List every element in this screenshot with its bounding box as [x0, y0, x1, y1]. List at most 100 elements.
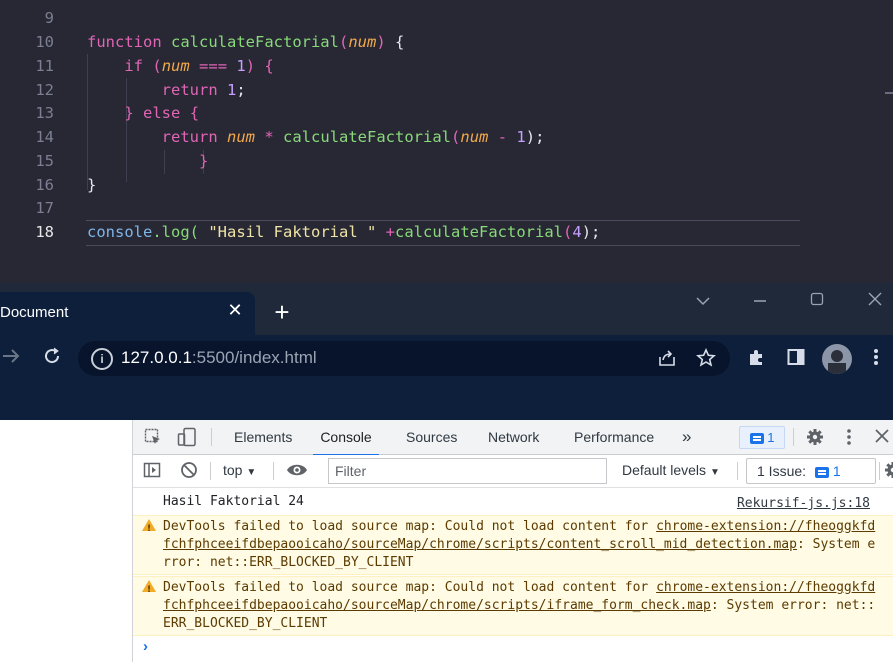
- console-log-row: Hasil Faktorial 24 Rekursif-js.js:18: [133, 493, 893, 513]
- devtools-menu-icon[interactable]: [841, 428, 857, 448]
- show-sidebar-icon[interactable]: [142, 461, 162, 481]
- more-menu-icon[interactable]: [868, 347, 884, 369]
- console-toolbar: top ▼ Filter Default levels ▼ 1 Issue: 1: [133, 455, 893, 488]
- side-panel-icon[interactable]: [785, 347, 807, 369]
- live-expression-eye-icon[interactable]: [285, 461, 309, 481]
- browser-tab[interactable]: Document ✕: [0, 292, 255, 335]
- clear-console-icon[interactable]: [179, 461, 199, 481]
- new-tab-button[interactable]: +: [270, 297, 294, 327]
- code-line-15[interactable]: 15 }: [0, 150, 893, 174]
- messages-badge[interactable]: 1: [739, 426, 785, 449]
- share-icon[interactable]: [656, 348, 678, 370]
- toolbar-divider: [210, 462, 211, 480]
- line-number: 17: [35, 199, 54, 217]
- dropdown-arrow-icon: ▼: [709, 467, 720, 478]
- code-token: function: [87, 33, 162, 51]
- warning-message: DevTools failed to load source map: Coul…: [163, 579, 878, 633]
- code-token: .log(: [152, 223, 199, 241]
- tab-performance[interactable]: Performance: [574, 420, 654, 454]
- code-token: num: [348, 33, 377, 51]
- site-info-icon[interactable]: i: [91, 348, 113, 370]
- code-editor[interactable]: 9 10 function calculateFactorial(num) { 1…: [0, 0, 893, 283]
- code-token: num: [460, 128, 489, 146]
- code-line-12[interactable]: 12 return 1;: [0, 79, 893, 103]
- log-levels-dropdown[interactable]: Default levels ▼: [622, 462, 720, 478]
- minimize-icon[interactable]: [745, 290, 775, 314]
- line-number: 14: [35, 128, 54, 146]
- code-token: 1: [516, 128, 526, 146]
- tab-sources[interactable]: Sources: [406, 420, 457, 454]
- issues-label: 1 Issue:: [757, 463, 807, 479]
- code-line-13[interactable]: 13 } else {: [0, 102, 893, 126]
- tab-network[interactable]: Network: [488, 420, 539, 454]
- url-text[interactable]: 127.0.0.1:5500/index.html: [121, 348, 317, 368]
- tab-elements[interactable]: Elements: [234, 420, 292, 454]
- profile-avatar[interactable]: [822, 344, 852, 374]
- code-token: -: [497, 128, 508, 146]
- code-line-10[interactable]: 10 function calculateFactorial(num) {: [0, 31, 893, 55]
- console-settings-gear-icon[interactable]: [883, 461, 893, 481]
- line-number: 10: [35, 33, 54, 51]
- code-token: }: [198, 152, 209, 170]
- toolbar-divider: [793, 428, 794, 446]
- code-line-14[interactable]: 14 return num * calculateFactorial(num -…: [0, 126, 893, 150]
- code-token: +: [385, 223, 396, 241]
- code-line-17[interactable]: 17: [0, 197, 893, 221]
- code-line-9[interactable]: 9: [0, 7, 893, 31]
- console-warning-row: DevTools failed to load source map: Coul…: [133, 515, 893, 575]
- more-tabs-button[interactable]: »: [682, 420, 691, 454]
- filter-input[interactable]: Filter: [328, 458, 607, 484]
- code-token: (: [152, 57, 162, 75]
- reload-icon[interactable]: [41, 346, 63, 370]
- code-token: calculateFactorial: [395, 223, 563, 241]
- toolbar-divider: [211, 428, 212, 446]
- line-number: 12: [35, 81, 54, 99]
- extensions-icon[interactable]: [745, 347, 767, 369]
- url-path: :5500/index.html: [191, 348, 317, 367]
- source-link[interactable]: Rekursif-js.js:18: [737, 495, 870, 513]
- chevron-down-icon[interactable]: [688, 290, 718, 314]
- code-line-11[interactable]: 11 if (num === 1) {: [0, 55, 893, 79]
- code-token: 4: [572, 223, 582, 241]
- code-line-18[interactable]: 18 console.log( "Hasil Faktorial " +calcu…: [0, 221, 893, 245]
- close-window-icon[interactable]: [860, 290, 890, 314]
- forward-icon[interactable]: [0, 346, 22, 370]
- settings-gear-icon[interactable]: [805, 428, 825, 448]
- message-icon: [749, 433, 764, 445]
- maximize-icon[interactable]: [802, 290, 832, 314]
- address-bar[interactable]: i 127.0.0.1:5500/index.html: [78, 341, 730, 376]
- message-icon: [815, 466, 829, 478]
- toolbar-divider: [737, 462, 738, 480]
- line-number: 18: [35, 223, 54, 241]
- log-levels-value: Default levels: [622, 462, 707, 478]
- code-token: *: [264, 128, 274, 146]
- code-token: (: [338, 33, 349, 51]
- bookmark-star-icon[interactable]: [695, 348, 717, 370]
- code-token: num: [161, 57, 190, 75]
- code-line-16[interactable]: 16}: [0, 174, 893, 198]
- console-prompt[interactable]: ›: [143, 638, 148, 655]
- code-token: num: [227, 128, 255, 146]
- devtools-panel: Elements Console Sources Network Perform…: [132, 420, 893, 662]
- warning-icon: [142, 580, 156, 599]
- toolbar-divider: [879, 462, 880, 480]
- tab-console[interactable]: Console: [313, 420, 379, 456]
- code-token: );: [581, 223, 601, 241]
- messages-count: 1: [767, 430, 775, 445]
- line-number: 15: [35, 152, 54, 170]
- close-tab-icon[interactable]: ✕: [226, 300, 244, 320]
- editor-scrollbar[interactable]: [885, 92, 893, 94]
- issues-button[interactable]: 1 Issue: 1: [746, 458, 876, 484]
- code-token: return: [161, 128, 218, 146]
- warning-icon: [142, 519, 156, 538]
- inspect-element-icon[interactable]: [143, 428, 163, 448]
- code-token: calculateFactorial: [171, 33, 339, 51]
- code-token: 1: [236, 57, 246, 75]
- code-token: {: [385, 33, 405, 51]
- console-warning-row: DevTools failed to load source map: Coul…: [133, 576, 893, 636]
- device-toolbar-icon[interactable]: [177, 427, 197, 447]
- url-host: 127.0.0.1: [121, 348, 192, 367]
- tab-title: Document: [0, 304, 69, 321]
- context-selector[interactable]: top ▼: [223, 462, 256, 478]
- close-devtools-icon[interactable]: [873, 428, 891, 448]
